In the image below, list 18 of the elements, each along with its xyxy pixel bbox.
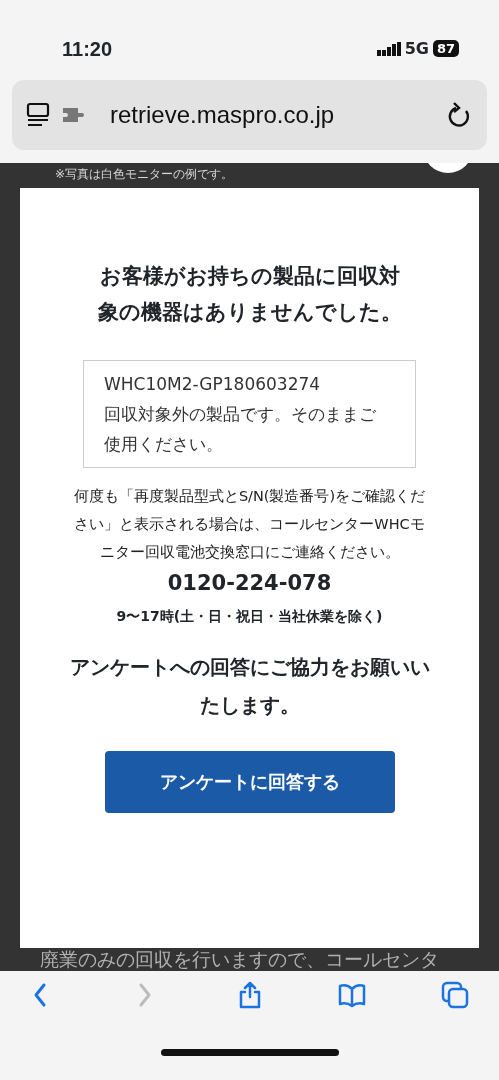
- page-menu-icon[interactable]: [26, 102, 52, 128]
- business-hours: 9〜17時(土・日・祝日・当社休業を除く): [115, 606, 384, 626]
- clock-time: 11:20: [62, 36, 113, 62]
- network-label: 5G: [404, 37, 429, 60]
- result-message: 回収対象外の製品です。そのままご使用ください。: [104, 403, 377, 456]
- dialog-heading: お客様がお持ちの製品に回収対象の機器はありませんでした。: [96, 263, 403, 326]
- survey-prompt: アンケートへの回答にご協力をお願いいたします。: [68, 654, 431, 719]
- model-number: WHC10M2-GP180603274: [104, 373, 322, 396]
- instructions-text: 何度も「再度製品型式とS/N(製造番号)をご確認ください」と表示される場合は、コールセンターWHCモニター回収電池交換窓口にご連絡ください。: [72, 487, 427, 562]
- survey-button[interactable]: アンケートに回答する: [104, 750, 395, 813]
- page-text: 廃業のみの回収を行いますので、コールセンタ: [40, 948, 439, 970]
- book-icon[interactable]: [338, 981, 367, 1009]
- phone-number: 0120-224-078: [166, 570, 333, 597]
- battery-level: 87: [432, 40, 459, 57]
- tabs-icon[interactable]: [441, 981, 469, 1009]
- extension-icon[interactable]: [60, 105, 86, 125]
- note-text: ※写真は白色モニターの例です。: [55, 167, 234, 181]
- signal-icon: [376, 41, 401, 56]
